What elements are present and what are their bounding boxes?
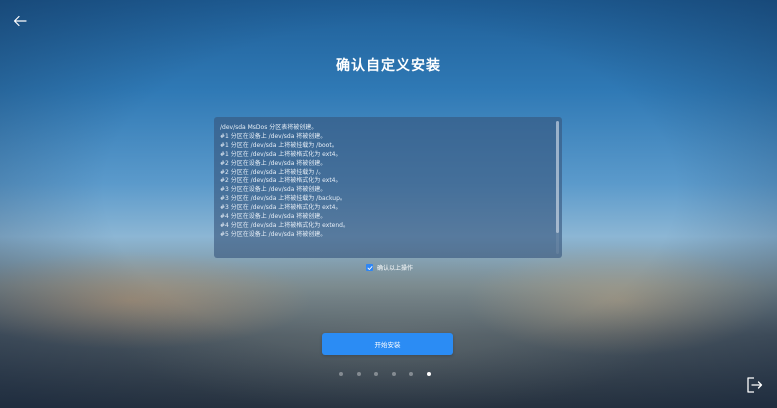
log-line: #2 分区在 /dev/sda 上将被格式化为 ext4。 <box>220 177 342 185</box>
step-indicator <box>339 372 431 376</box>
installer-screen: 确认自定义安装 /dev/sda MsDos 分区表将被创建。 #1 分区在设备上… <box>0 0 777 408</box>
log-line: #1 分区在设备上 /dev/sda 将被创建。 <box>220 132 327 140</box>
log-line: /dev/sda MsDos 分区表将被创建。 <box>220 124 318 131</box>
step-dot <box>356 372 361 376</box>
log-line: #3 分区在 /dev/sda 上将被格式化为 ext4。 <box>220 204 342 212</box>
back-button[interactable] <box>11 12 29 30</box>
log-line: #3 分区在 /dev/sda 上将被挂载为 /backup。 <box>220 195 346 203</box>
arrow-left-icon <box>13 15 27 27</box>
operation-log-list: /dev/sda MsDos 分区表将被创建。 #1 分区在设备上 /dev/sd… <box>220 124 546 240</box>
log-line: #4 分区在设备上 /dev/sda 将被创建。 <box>220 213 327 221</box>
step-dot <box>339 372 343 376</box>
confirm-operations-checkbox-row[interactable]: 确认以上操作 <box>366 263 413 272</box>
confirm-label: 确认以上操作 <box>377 265 414 272</box>
check-icon <box>367 265 372 270</box>
log-line: #5 分区在设备上 /dev/sda 将被创建。 <box>220 230 327 238</box>
exit-button[interactable] <box>745 376 763 394</box>
step-dot-active <box>426 372 431 376</box>
start-install-button[interactable]: 开始安装 <box>322 333 453 355</box>
log-scrollbar-thumb[interactable] <box>556 121 559 233</box>
operation-log-panel[interactable]: /dev/sda MsDos 分区表将被创建。 #1 分区在设备上 /dev/sd… <box>214 117 562 258</box>
log-line: #3 分区在设备上 /dev/sda 将被创建。 <box>220 186 327 194</box>
step-dot <box>374 372 378 376</box>
log-scrollbar[interactable] <box>556 121 559 254</box>
log-line: #4 分区在 /dev/sda 上将被格式化为 extend。 <box>220 221 349 229</box>
step-dot <box>409 372 413 376</box>
log-line: #1 分区在 /dev/sda 上将被格式化为 ext4。 <box>220 150 342 158</box>
confirm-checkbox[interactable] <box>366 264 373 271</box>
log-line: #2 分区在设备上 /dev/sda 将被创建。 <box>220 159 327 167</box>
step-dot <box>391 372 396 376</box>
log-line: #1 分区在 /dev/sda 上将被挂载为 /boot。 <box>220 141 338 149</box>
exit-icon <box>747 377 763 393</box>
page-title: 确认自定义安装 <box>336 58 441 74</box>
